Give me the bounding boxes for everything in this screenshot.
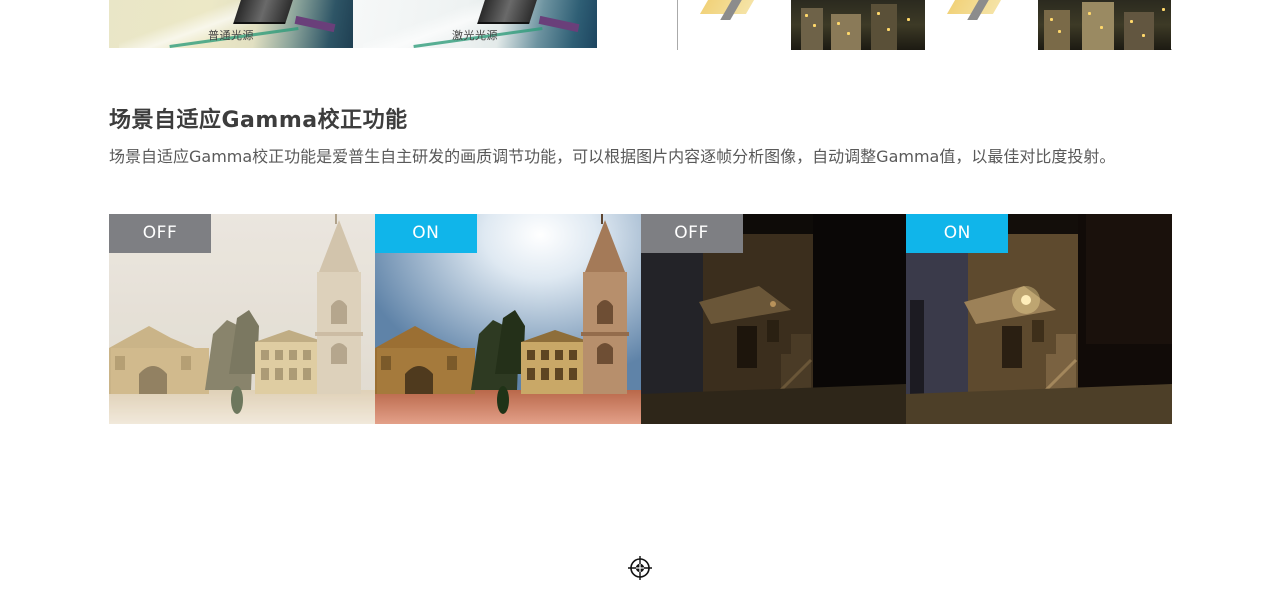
normal-light-source-image: 普通光源 <box>109 0 353 48</box>
crosshair-target-icon <box>628 556 652 580</box>
laser-light-source-image: 激光光源 <box>353 0 597 48</box>
contrast-sample-bright-2 <box>925 0 1038 50</box>
section-description: 场景自适应Gamma校正功能是爱普生自主研发的画质调节功能，可以根据图片内容逐帧… <box>109 147 1116 166</box>
contrast-sample-night-2 <box>1038 0 1171 50</box>
gamma-off-badge: OFF <box>109 214 211 253</box>
gamma-on-badge: ON <box>906 214 1009 253</box>
gamma-comparison-panels: OFF ON OFF ON <box>109 214 1172 424</box>
contrast-comparison-strip <box>677 0 1172 50</box>
gamma-on-badge: ON <box>374 214 477 253</box>
light-source-comparison: 普通光源 激光光源 <box>109 0 597 48</box>
contrast-sample-bright-1 <box>678 0 791 50</box>
section-title: 场景自适应Gamma校正功能 <box>109 108 408 133</box>
normal-light-source-caption: 普通光源 <box>208 29 254 42</box>
laser-light-source-caption: 激光光源 <box>452 29 498 42</box>
comparison-panel-alley-on: ON <box>906 214 1172 424</box>
comparison-panel-church-on: ON <box>374 214 641 424</box>
page: 普通光源 激光光源 场景自适应Gamma校正功能 场景自适应Gamma校正功能是… <box>0 0 1281 602</box>
comparison-panel-alley-off: OFF <box>640 214 907 424</box>
comparison-panel-church-off: OFF <box>109 214 375 424</box>
gamma-off-badge: OFF <box>640 214 743 253</box>
contrast-sample-night-1 <box>791 0 925 50</box>
